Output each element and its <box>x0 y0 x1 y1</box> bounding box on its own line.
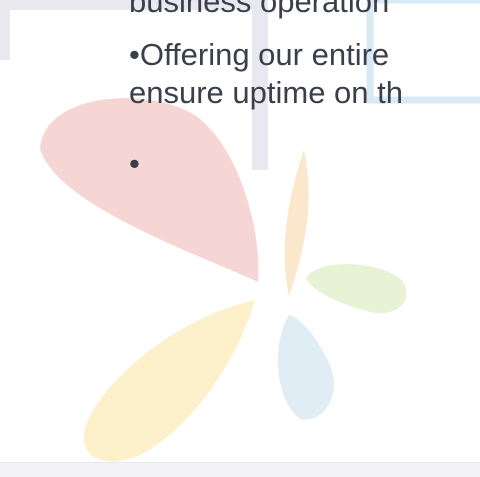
slide-page: business operation •Offering our entire … <box>0 0 480 477</box>
slide-text: business operation •Offering our entire … <box>0 0 480 477</box>
bullet-line-continuation: ensure uptime on th <box>129 75 404 110</box>
bullet-empty: • <box>129 146 140 181</box>
bullet-line-offering: •Offering our entire <box>129 37 390 72</box>
text-line-partial-top: business operation <box>129 0 390 19</box>
